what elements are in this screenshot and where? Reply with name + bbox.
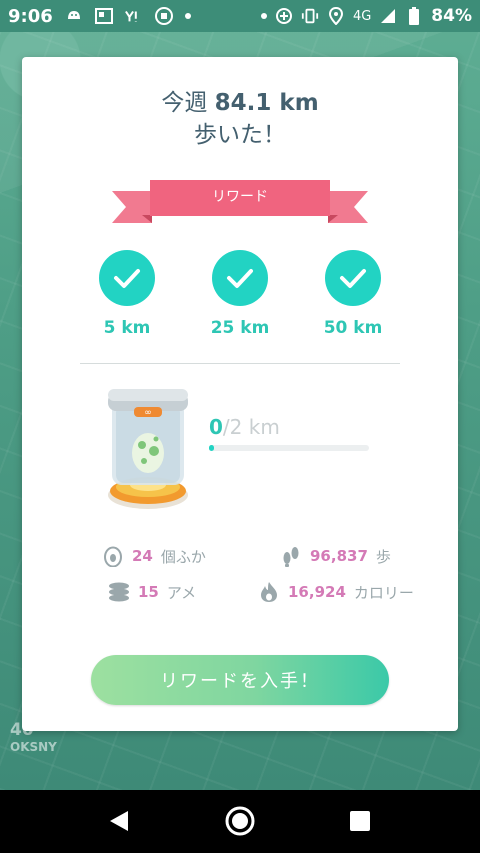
reward-ribbon: リワード xyxy=(112,177,368,229)
milestone-label: 25 km xyxy=(210,318,270,338)
stat-value: 96,837 xyxy=(310,547,368,565)
egg-icon xyxy=(102,545,124,567)
stat-unit: アメ xyxy=(166,583,197,602)
app-bird-icon xyxy=(65,7,83,25)
candy-icon xyxy=(108,581,130,603)
footprints-icon xyxy=(280,545,302,567)
notification-dot-icon xyxy=(184,13,191,19)
egg-target-distance: /2 km xyxy=(222,415,280,439)
headline-line2: 歩いた！ xyxy=(194,122,286,148)
stat-value: 15 xyxy=(138,583,159,601)
headline-line1: 今週 84.1 km xyxy=(22,87,458,119)
yahoo-icon xyxy=(124,7,143,25)
vibrate-icon xyxy=(301,7,319,25)
milestone-label: 50 km xyxy=(323,318,383,338)
headline-prefix: 今週 xyxy=(161,90,208,116)
stat-eggs-hatched: 24 個ふか xyxy=(102,545,206,567)
network-type: 4G xyxy=(352,8,372,24)
svg-text:∞: ∞ xyxy=(144,408,152,418)
stat-steps: 96,837 歩 xyxy=(280,545,391,567)
milestone-list: 5 km 25 km 50 km xyxy=(22,250,458,350)
milestone-label: 5 km xyxy=(103,318,151,338)
divider xyxy=(80,363,400,364)
signal-icon xyxy=(379,7,397,25)
weekly-headline: 今週 84.1 km 歩いた！ xyxy=(22,87,458,151)
stat-candy: 15 アメ xyxy=(108,581,196,603)
home-icon[interactable] xyxy=(225,806,255,836)
stat-calories: 16,924 カロリー xyxy=(258,581,414,603)
stat-value: 24 xyxy=(132,547,153,565)
data-saver-icon xyxy=(275,7,293,25)
notification-dot-icon xyxy=(260,13,267,19)
egg-progress-bar xyxy=(209,445,369,451)
battery-percent: 84% xyxy=(431,6,472,26)
location-icon xyxy=(327,7,345,25)
back-icon[interactable] xyxy=(104,806,134,836)
stat-unit: カロリー xyxy=(353,583,414,602)
egg-progress-fill xyxy=(209,445,214,451)
egg-current-distance: 0 xyxy=(209,415,223,439)
egg-progress-text: 0/2 km xyxy=(209,415,280,439)
news-icon xyxy=(94,7,113,25)
flame-icon xyxy=(258,581,280,603)
recents-icon[interactable] xyxy=(345,806,375,836)
egg-incubator-image: ∞ xyxy=(106,387,190,515)
check-icon xyxy=(325,250,381,306)
get-rewards-button[interactable]: リワードを入手！ xyxy=(91,655,389,705)
ribbon-label: リワード xyxy=(212,189,268,205)
weekly-reward-panel: 今週 84.1 km 歩いた！ リワード 5 km 25 km 50 km ∞ … xyxy=(22,57,458,731)
android-icon xyxy=(154,7,173,25)
status-bar: 9:06 4G 84% xyxy=(0,0,480,32)
stat-value: 16,924 xyxy=(288,583,346,601)
check-icon xyxy=(99,250,155,306)
milestone-50km: 50 km xyxy=(303,250,403,338)
battery-icon xyxy=(405,7,423,25)
check-icon xyxy=(212,250,268,306)
weekly-distance: 84.1 km xyxy=(214,90,319,116)
trainer-name: OKSNY xyxy=(10,740,57,754)
status-time: 9:06 xyxy=(8,5,53,27)
stat-unit: 個ふか xyxy=(160,547,206,566)
navigation-bar xyxy=(0,790,480,853)
milestone-25km: 25 km xyxy=(190,250,290,338)
stat-unit: 歩 xyxy=(375,547,391,566)
milestone-5km: 5 km xyxy=(77,250,177,338)
